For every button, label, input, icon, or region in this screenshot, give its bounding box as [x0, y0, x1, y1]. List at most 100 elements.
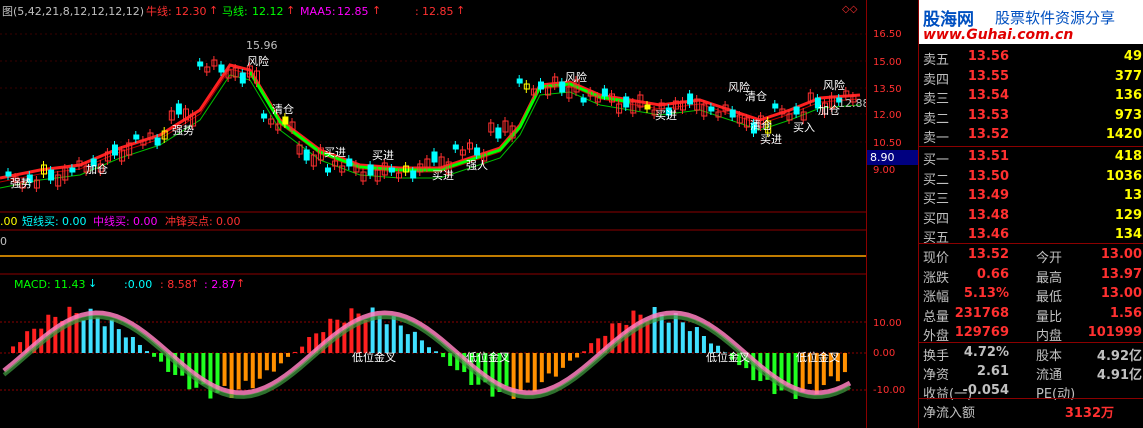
- sell-level-label: 卖一: [923, 131, 950, 146]
- signal-label: 买进: [432, 169, 454, 182]
- stats2-divider: [919, 342, 1143, 343]
- candle-body: [48, 169, 55, 181]
- net-flow-divider: [919, 398, 1143, 399]
- buy-level-label: 买二: [923, 172, 950, 188]
- stat-label: 今开: [1036, 251, 1063, 266]
- signal-label: 强势: [10, 177, 32, 190]
- buy-row: 买二 13.50 1036: [919, 168, 1143, 188]
- macd-bar: [412, 331, 417, 353]
- up-arrow-icon: ↑: [236, 277, 246, 290]
- macd-bar: [67, 306, 72, 353]
- stat-value: 13.52: [967, 247, 1009, 262]
- macd-v1: :0.00: [124, 278, 153, 291]
- macd-bar: [448, 353, 453, 366]
- maa5-value: 12.85: [337, 5, 369, 18]
- macd-bar: [349, 308, 354, 353]
- candle-body: [538, 81, 544, 90]
- candle-body: [623, 96, 630, 108]
- stat-label: 涨幅: [923, 290, 950, 305]
- macd-bar: [842, 353, 847, 373]
- stats2-row: 净资 2.61 流通 4.91亿: [919, 363, 1143, 383]
- stat-label: 最低: [1036, 290, 1063, 305]
- macd-bar: [398, 325, 403, 353]
- buy-volume: 418: [1114, 149, 1142, 164]
- sell-level-label: 卖四: [923, 72, 950, 88]
- surge-buy-label: 冲锋买点:: [165, 215, 213, 228]
- macd-value: 11.43: [54, 278, 86, 291]
- price-axis-tick: 16.50: [873, 29, 902, 40]
- macd-bar: [152, 353, 157, 357]
- ma-line-label: 马线:: [222, 5, 248, 18]
- macd-bar: [250, 353, 255, 389]
- stat-label: 量比: [1036, 309, 1063, 325]
- buy-price: 13.46: [967, 227, 1009, 242]
- sell-volume: 136: [1114, 88, 1142, 103]
- kline-chart-area[interactable]: 图(5,42,21,8,12,12,12,12) 牛线: 12.30 ↑ 马线:…: [0, 0, 866, 428]
- up-arrow-icon: ↑: [190, 277, 200, 290]
- macd-bar: [278, 353, 283, 364]
- last-price-annotation: 12.88: [838, 97, 866, 110]
- candle-body: [112, 144, 118, 156]
- macd-axis-tick: 0.00: [873, 348, 896, 359]
- sell-volume: 1420: [1105, 127, 1142, 142]
- macd-v3: : 2.87: [204, 278, 236, 291]
- logo-banner[interactable]: 股海网 股票软件资源分享 www.Guhai.com.cn: [919, 0, 1143, 44]
- signal-label: 加仓: [86, 163, 108, 176]
- candle-body: [218, 64, 225, 73]
- macd-v2: : 8.58: [160, 278, 192, 291]
- stats-divider: [919, 243, 1143, 244]
- macd-bar: [575, 353, 580, 358]
- macd-bar: [441, 353, 446, 358]
- macd-bar: [546, 353, 551, 374]
- stats-row: 涨幅 5.13% 最低 13.00: [919, 285, 1143, 305]
- macd-bar: [307, 337, 312, 353]
- macd-bar: [11, 346, 16, 353]
- macd-bar: [553, 353, 558, 377]
- sell-volume: 377: [1114, 68, 1142, 84]
- price-axis-tick: 12.00: [873, 110, 902, 121]
- candle-body: [325, 167, 331, 173]
- macd-bar: [786, 353, 791, 386]
- macd-signal-label: 低位金叉: [352, 351, 396, 364]
- sell-price: 13.54: [967, 88, 1009, 103]
- buy-volume: 13: [1123, 188, 1142, 203]
- diamond-icon[interactable]: ◇◇: [842, 4, 857, 16]
- up-arrow-icon: ↑: [286, 4, 296, 17]
- signal-label: 强人: [466, 159, 488, 172]
- sell-row: 卖三 13.54 136: [919, 87, 1143, 107]
- stat-label: 股本: [1036, 349, 1063, 364]
- stats-row: 总量 231768 量比 1.56: [919, 305, 1143, 325]
- indicator-lead: .00: [0, 215, 18, 228]
- macd-bar: [434, 351, 439, 353]
- signal-label: 买进: [760, 133, 782, 146]
- signal-label: 强势: [172, 124, 194, 137]
- sell-level-label: 卖三: [923, 92, 950, 107]
- buy-level-label: 买四: [923, 211, 950, 227]
- stat-label: 换手: [923, 349, 950, 364]
- quote-panel: 股海网 股票软件资源分享 www.Guhai.com.cn 卖五 13.56 49 卖…: [918, 0, 1143, 428]
- candle-body: [687, 93, 694, 105]
- macd-bar: [257, 353, 262, 379]
- sell-row: 卖五 13.56 49: [919, 48, 1143, 68]
- buy-price: 13.51: [967, 149, 1009, 164]
- stat-value: 231768: [954, 305, 1009, 321]
- sell-price: 13.55: [967, 68, 1009, 84]
- signal-label: 风险: [247, 55, 269, 68]
- signal-label: 清仓: [750, 119, 772, 132]
- candle-body: [197, 61, 204, 67]
- macd-bar: [560, 353, 565, 368]
- macd-bar: [687, 331, 692, 353]
- price-axis-tick: 13.50: [873, 84, 902, 95]
- signal-label: 买入: [793, 121, 815, 134]
- ma-line-value: 12.12: [252, 5, 284, 18]
- buy-row: 买一 13.51 418: [919, 148, 1143, 168]
- maa5-label: MAA5:: [300, 5, 336, 18]
- candle-body: [452, 144, 459, 150]
- macd-bar: [539, 353, 544, 383]
- down-arrow-icon: ↓: [88, 277, 98, 290]
- macd-bar: [377, 315, 382, 353]
- macd-bar: [363, 320, 368, 353]
- macd-bar: [81, 320, 86, 353]
- macd-bar: [18, 342, 23, 353]
- macd-bar: [130, 336, 135, 353]
